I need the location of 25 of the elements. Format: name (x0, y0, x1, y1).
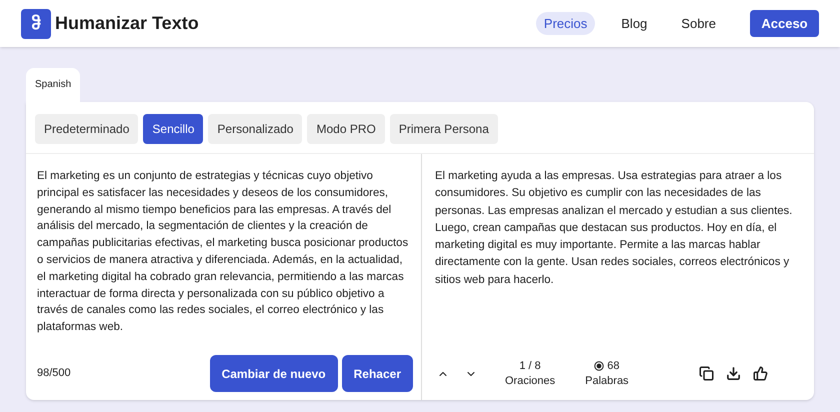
output-text: El marketing ayuda a las empresas. Usa estrategias para atraer a los consumidores. Su objetivo es cumplir con las necesidades de las personas. Las empresas analizan el mercado y estudian a sus clientes. Luego, crean campañas que destacan sus productos. Hoy en día, el marketing digital es muy importante. Permite a las marcas hablar directamente con la gente. Usan redes sociales, correos electrónicos y sitios web para hacerlo. (435, 169, 794, 288)
copy-icon[interactable] (698, 366, 714, 381)
character-counter: 98/500 (37, 366, 72, 382)
brand-name: Humanizar Texto (55, 12, 199, 35)
login-button[interactable]: Acceso (750, 10, 819, 37)
mode-tab[interactable]: Modo PRO (307, 114, 385, 144)
input-text[interactable]: El marketing es un conjunto de estrategias y técnicas cuyo objetivo principal es satisfacer las necesidades y deseos de los consumidores, generando al mismo tiempo beneficios para las empresas. A través del análisis del mercado, la segmentación de clientes y la creación de campañas publicitarias efectivas, el marketing busca posicionar productos o servicios de manera atractiva y diferenciada. Además, en la actualidad, el marketing digital ha cobrado gran relevancia, permitiendo a las marcas interactuar de forma directa y personalizada con su público objetivo a través de canales como las redes sociales, el correo electrónico y las plataformas web. (37, 168, 413, 355)
action-button[interactable]: Rehacer (342, 355, 413, 392)
mode-tab[interactable]: Sencillo (143, 114, 204, 144)
mode-tab[interactable]: Personalizado (208, 114, 302, 144)
sentence-label: Oraciones (505, 374, 556, 388)
mode-tab[interactable]: Predeterminado (35, 114, 138, 144)
logo-icon: ჵ (21, 8, 51, 38)
download-icon[interactable] (726, 366, 741, 381)
nav-link[interactable]: Precios (536, 12, 596, 36)
nav-link[interactable]: Sobre (673, 12, 724, 36)
sentence-count: 1 / 8 (519, 358, 541, 374)
action-button[interactable]: Cambiar de nuevo (210, 355, 338, 392)
mode-tab[interactable]: Primera Persona (390, 114, 498, 144)
radio-icon (594, 361, 604, 371)
nav-link[interactable]: Blog (613, 12, 656, 36)
language-tab[interactable]: Spanish (26, 68, 80, 102)
word-label: Palabras (585, 374, 629, 388)
word-count: 68 (607, 358, 620, 374)
thumbs-up-icon[interactable] (752, 366, 768, 381)
